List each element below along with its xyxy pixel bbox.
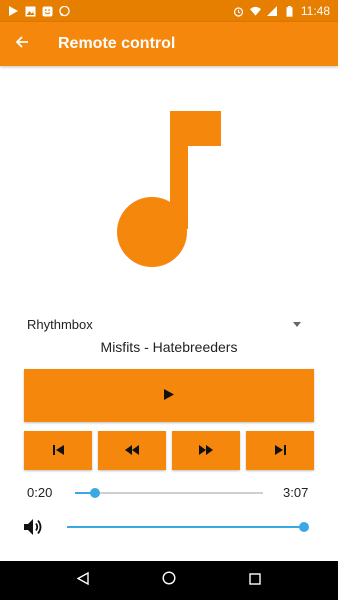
page-title: Remote control: [58, 35, 176, 52]
play-icon: [164, 387, 174, 405]
signal-icon: [267, 6, 278, 17]
nav-home-button[interactable]: [154, 566, 184, 596]
progress-row: 0:20 3:07: [0, 484, 338, 502]
volume-row: [0, 516, 338, 538]
nav-back-button[interactable]: [68, 566, 98, 596]
play-button[interactable]: [24, 369, 314, 422]
seek-slider[interactable]: [75, 488, 263, 498]
rewind-icon: [125, 442, 139, 460]
fast-forward-button[interactable]: [172, 431, 240, 470]
dropdown-caret-icon: [293, 321, 301, 327]
rewind-button[interactable]: [98, 431, 166, 470]
back-triangle-icon: [76, 571, 89, 590]
skip-previous-icon: [52, 442, 64, 460]
volume-icon[interactable]: [23, 517, 43, 537]
player-select[interactable]: Rhythmbox: [27, 313, 305, 335]
fast-forward-icon: [199, 442, 213, 460]
battery-icon: [284, 5, 295, 17]
skip-next-icon: [274, 442, 286, 460]
home-circle-icon: [162, 571, 176, 590]
seek-slider-thumb[interactable]: [90, 488, 101, 498]
back-button[interactable]: [0, 22, 44, 66]
image-icon: [25, 6, 36, 17]
wifi-icon: [249, 6, 261, 17]
track-title: Misfits - Hatebreeders: [100, 339, 238, 355]
face-icon: [42, 6, 53, 17]
arrow-back-icon: [15, 35, 29, 54]
next-button[interactable]: [246, 431, 314, 470]
status-bar: 11:48: [0, 0, 338, 22]
chat-icon: [59, 5, 70, 17]
current-time: 0:20: [27, 485, 53, 500]
total-time: 3:07: [283, 485, 309, 500]
nav-recents-button[interactable]: [240, 566, 270, 596]
player-select-value: Rhythmbox: [27, 316, 93, 332]
volume-slider-fill: [67, 526, 304, 528]
recents-square-icon: [249, 572, 261, 590]
volume-slider-thumb[interactable]: [299, 522, 309, 532]
play-icon: [8, 6, 19, 17]
previous-button[interactable]: [24, 431, 92, 470]
navigation-bar: [0, 561, 338, 600]
music-note-icon: [117, 111, 221, 267]
volume-slider[interactable]: [67, 522, 309, 532]
app-bar: Remote control: [0, 22, 338, 66]
status-time: 11:48: [300, 4, 330, 18]
alarm-icon: [233, 6, 244, 17]
